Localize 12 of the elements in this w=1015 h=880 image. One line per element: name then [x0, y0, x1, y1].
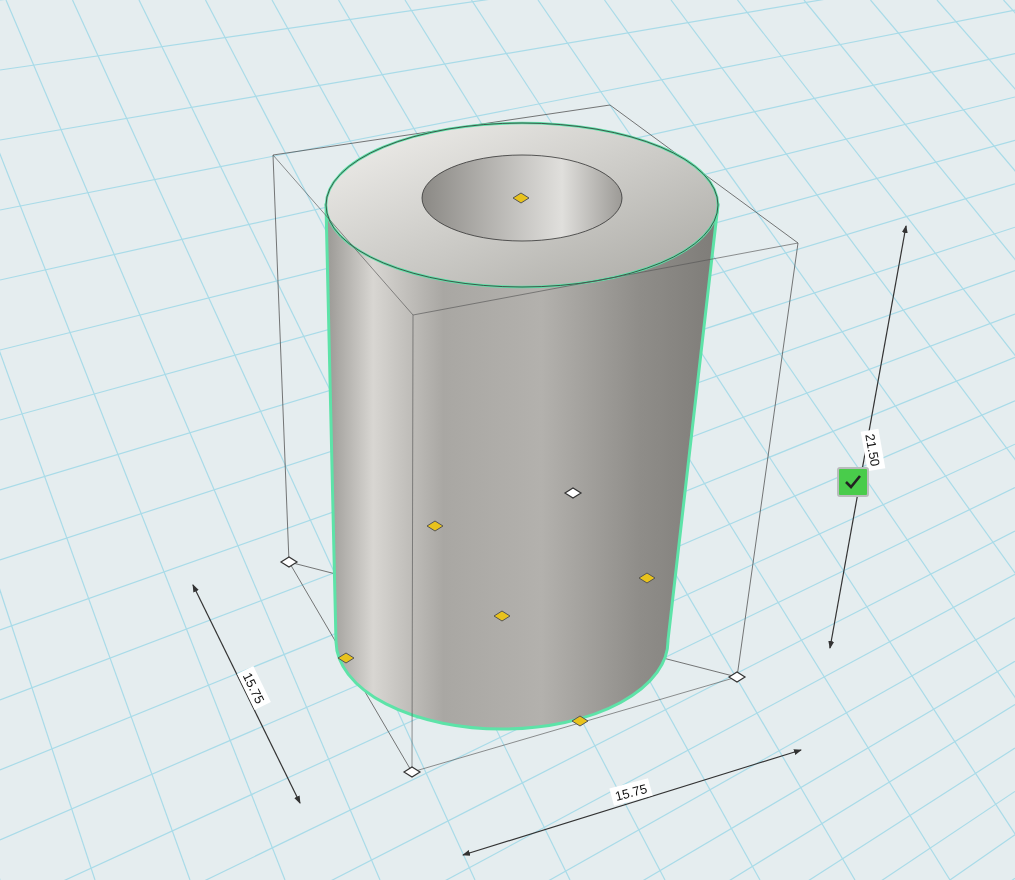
handle-icon[interactable]	[638, 572, 656, 584]
handle-icon[interactable]	[337, 652, 355, 664]
handle-icon[interactable]	[402, 766, 422, 778]
handle-icon[interactable]	[279, 556, 299, 568]
handle-icon[interactable]	[426, 520, 444, 532]
handle-icon[interactable]	[571, 715, 589, 727]
confirm-button[interactable]	[837, 467, 869, 497]
handle-icon[interactable]	[493, 610, 511, 622]
handle-icon[interactable]	[563, 487, 583, 499]
checkmark-icon	[844, 474, 862, 490]
viewport-canvas[interactable]: 21.50 15.75 15.75	[0, 0, 1015, 880]
handle-icon[interactable]	[727, 671, 747, 683]
